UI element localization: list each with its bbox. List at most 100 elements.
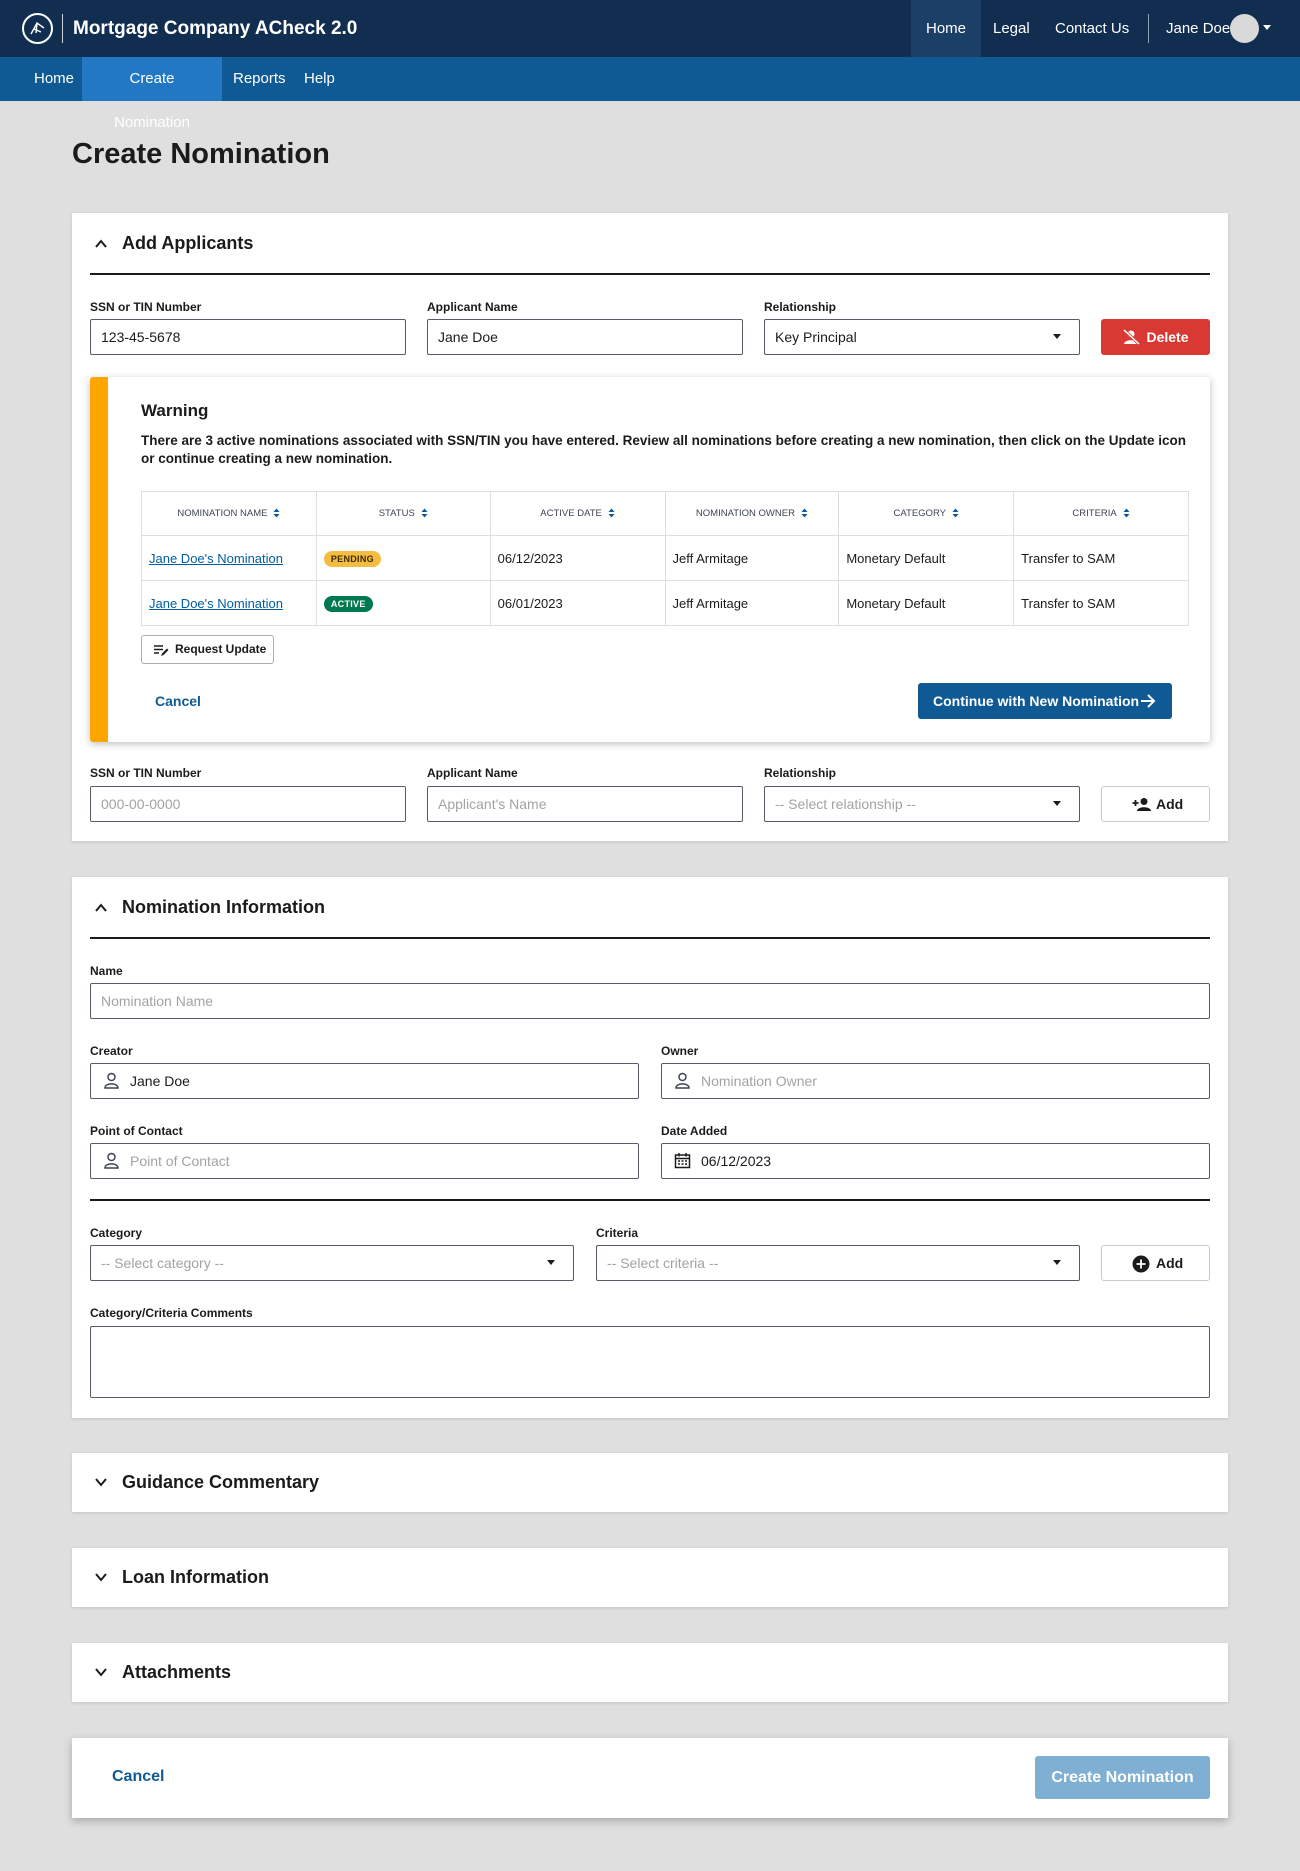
owner-cell: Jeff Armitage (664, 535, 840, 581)
topnav-home[interactable]: Home (911, 0, 982, 57)
sort-icon[interactable] (1123, 508, 1130, 518)
nomination-name-input[interactable]: Nomination Name (90, 983, 1210, 1019)
create-nomination-button[interactable]: Create Nomination (1035, 1756, 1210, 1799)
logo-divider (62, 14, 63, 43)
date-added-value: 06/12/2023 (701, 1153, 772, 1169)
col-header-label: CRITERIA (1072, 508, 1117, 519)
table-header-row: NOMINATION NAME STATUS ACTIVE DATE NOMIN… (141, 491, 1189, 536)
owner-cell: Jeff Armitage (664, 580, 840, 626)
col-header-category[interactable]: CATEGORY (838, 491, 1015, 536)
request-update-button[interactable]: Request Update (141, 635, 274, 664)
col-header-nomination-name[interactable]: NOMINATION NAME (141, 491, 317, 536)
name-label: Name (90, 964, 123, 978)
col-header-label: STATUS (378, 508, 415, 519)
nomination-link[interactable]: Jane Doe's Nomination (149, 596, 283, 611)
add-label: Add (1156, 796, 1184, 812)
section-divider (90, 1199, 1210, 1201)
chevron-down-icon[interactable] (1263, 25, 1271, 30)
col-header-status[interactable]: STATUS (315, 491, 491, 536)
ssn-label: SSN or TIN Number (90, 766, 202, 780)
nomination-link[interactable]: Jane Doe's Nomination (149, 551, 283, 566)
sort-icon[interactable] (952, 508, 959, 518)
edit-note-icon (154, 645, 169, 656)
creator-input[interactable]: Jane Doe (90, 1063, 639, 1099)
ssn-input-new[interactable]: 000-00-0000 (90, 786, 406, 822)
chevron-down-icon[interactable] (92, 1663, 110, 1681)
col-header-nomination-owner[interactable]: NOMINATION OWNER (664, 491, 840, 536)
owner-placeholder: Nomination Owner (701, 1073, 817, 1089)
section-title: Loan Information (122, 1567, 269, 1587)
ssn-input[interactable]: 123-45-5678 (90, 319, 406, 355)
avatar[interactable] (1230, 14, 1259, 43)
poc-input[interactable]: Point of Contact (90, 1143, 639, 1179)
sort-icon[interactable] (801, 508, 808, 518)
criteria-select[interactable]: -- Select criteria -- (596, 1245, 1080, 1281)
warning-title: Warning (141, 401, 209, 420)
person-icon (675, 1072, 690, 1089)
continue-label: Continue with New Nomination (933, 693, 1140, 709)
remove-user-icon (1123, 329, 1141, 345)
relationship-select-new[interactable]: -- Select relationship -- (764, 786, 1080, 822)
subnav-reports[interactable]: Reports (223, 57, 296, 101)
relationship-select[interactable]: Key Principal (764, 319, 1080, 355)
guidance-commentary-card[interactable]: Guidance Commentary (72, 1453, 1228, 1512)
topnav-legal[interactable]: Legal (978, 0, 1045, 57)
status-badge: ACTIVE (323, 595, 373, 612)
category-label: Category (90, 1226, 143, 1240)
warning-message: There are 3 active nominations associate… (141, 433, 1186, 466)
applicant-name-input[interactable]: Jane Doe (427, 319, 743, 355)
logo-icon[interactable] (22, 13, 53, 44)
col-header-label: ACTIVE DATE (540, 508, 602, 519)
attachments-card[interactable]: Attachments (72, 1643, 1228, 1702)
sort-icon[interactable] (273, 508, 280, 518)
cancel-link[interactable]: Cancel (112, 1768, 164, 1786)
applicant-name-input-new[interactable]: Applicant's Name (427, 786, 743, 822)
col-header-active-date[interactable]: ACTIVE DATE (489, 491, 666, 536)
delete-button[interactable]: Delete (1101, 319, 1210, 355)
applicant-name-label: Applicant Name (427, 300, 518, 314)
add-criteria-button[interactable]: Add (1101, 1245, 1210, 1281)
chevron-down-icon[interactable] (92, 1473, 110, 1491)
category-select[interactable]: -- Select category -- (90, 1245, 574, 1281)
topnav-contact-us[interactable]: Contact Us (1040, 0, 1144, 57)
add-applicant-button[interactable]: Add (1101, 786, 1210, 822)
comments-textarea[interactable] (90, 1326, 1210, 1398)
relationship-value: Key Principal (775, 329, 857, 345)
app-title: Mortgage Company ACheck 2.0 (73, 18, 358, 39)
date-added-input[interactable]: 06/12/2023 (661, 1143, 1210, 1179)
sub-nav: Home Create Nomination Reports Help (0, 57, 1300, 131)
category-cell: Monetary Default (838, 580, 1015, 626)
nomination-info-header[interactable]: Nomination Information (90, 877, 1210, 939)
add-circle-icon (1132, 1255, 1150, 1273)
chevron-down-icon[interactable] (92, 1568, 110, 1586)
calendar-icon[interactable] (674, 1152, 691, 1169)
user-name[interactable]: Jane Doe (1166, 20, 1230, 37)
request-update-label: Request Update (175, 642, 267, 656)
continue-new-nomination-button[interactable]: Continue with New Nomination (918, 683, 1172, 719)
attachments-header[interactable]: Attachments (90, 1643, 1210, 1705)
warning-cancel-link[interactable]: Cancel (155, 693, 201, 709)
loan-information-header[interactable]: Loan Information (90, 1548, 1210, 1610)
chevron-up-icon[interactable] (92, 899, 110, 917)
subnav-help[interactable]: Help (294, 57, 345, 101)
active-date-cell: 06/01/2023 (489, 580, 666, 626)
add-applicants-header[interactable]: Add Applicants (90, 213, 1210, 275)
person-icon (104, 1152, 119, 1169)
subnav-create-nomination[interactable]: Create Nomination (82, 57, 222, 131)
nav-divider (1148, 14, 1149, 43)
sort-icon[interactable] (421, 508, 428, 518)
col-header-label: NOMINATION OWNER (695, 508, 795, 519)
owner-label: Owner (661, 1044, 699, 1058)
comments-label: Category/Criteria Comments (90, 1306, 253, 1320)
col-header-criteria[interactable]: CRITERIA (1013, 491, 1189, 536)
subnav-home[interactable]: Home (24, 57, 84, 101)
sort-icon[interactable] (608, 508, 615, 518)
status-badge: PENDING (323, 550, 381, 567)
loan-information-card[interactable]: Loan Information (72, 1548, 1228, 1607)
criteria-placeholder: -- Select criteria -- (607, 1255, 719, 1271)
guidance-commentary-header[interactable]: Guidance Commentary (90, 1453, 1210, 1515)
owner-input[interactable]: Nomination Owner (661, 1063, 1210, 1099)
section-title: Attachments (122, 1662, 232, 1682)
chevron-up-icon[interactable] (92, 235, 110, 253)
relationship-label: Relationship (764, 300, 837, 314)
